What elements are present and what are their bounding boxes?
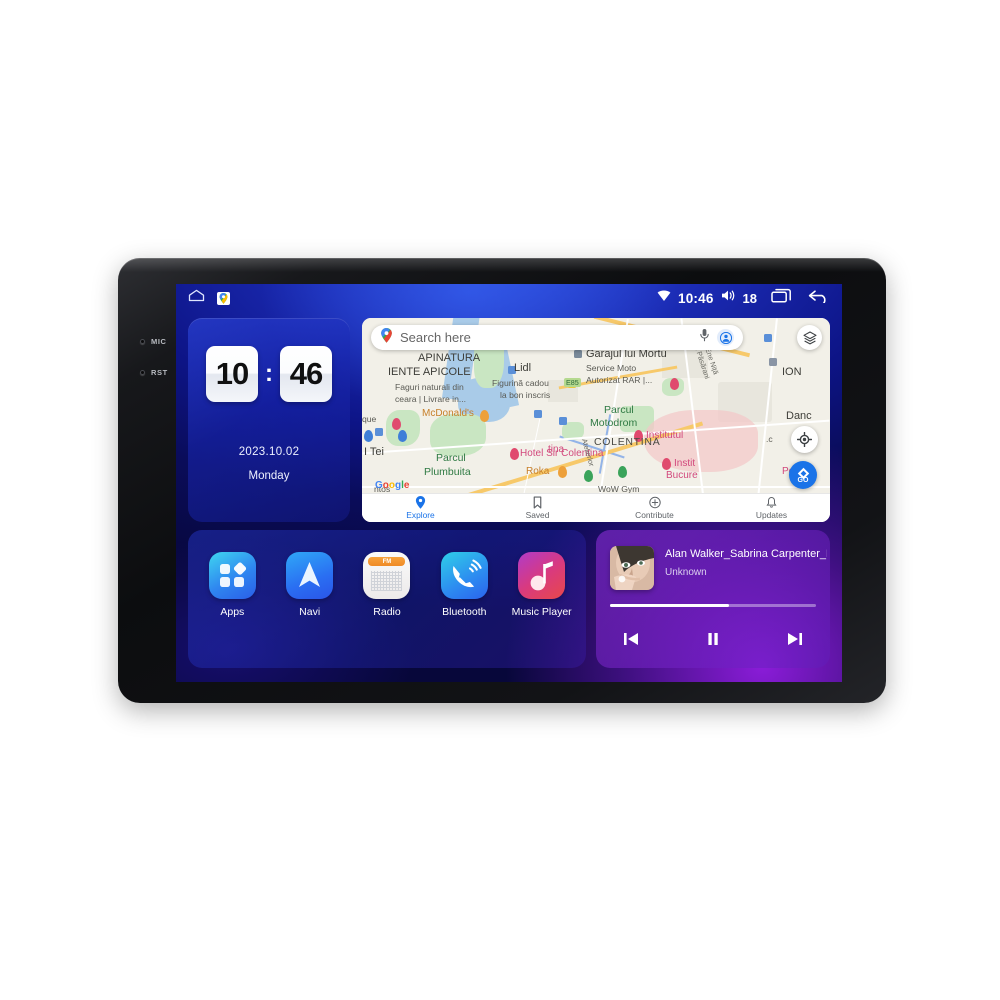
map-bottom-tabs[interactable]: Explore Saved Contribute Updates xyxy=(362,493,830,522)
app-navi-label: Navi xyxy=(299,606,321,618)
music-track-artist: Unknown xyxy=(665,567,707,578)
volume-level: 18 xyxy=(742,290,757,306)
map-tab-saved[interactable]: Saved xyxy=(479,494,596,522)
app-radio[interactable]: FM Radio xyxy=(354,552,420,618)
map-label-apinatura: APINATURA xyxy=(418,352,481,364)
explore-pin-icon xyxy=(415,496,426,509)
search-maps-pin-icon xyxy=(380,327,393,348)
google-maps-widget[interactable]: APINATURA IENTE APICOLE Faguri naturali … xyxy=(362,318,830,522)
map-tab-explore[interactable]: Explore xyxy=(362,494,479,522)
touchscreen[interactable]: 10:46 18 10: 46 2023.10.02 Monday APINA… xyxy=(176,284,842,682)
map-label-que: que xyxy=(362,414,377,424)
contribute-plus-icon xyxy=(648,496,661,509)
map-label-colentina: COLENTINA xyxy=(594,436,661,448)
map-label-lidl-desc1: Figurină cadou xyxy=(492,378,549,388)
home-icon[interactable] xyxy=(188,289,205,307)
map-label-mcdonalds: McDonald's xyxy=(422,408,474,419)
reset-label-text: RST xyxy=(151,368,168,377)
go-navigation-button[interactable]: GO xyxy=(789,461,817,489)
mic-hole-icon xyxy=(140,339,145,344)
map-label-instit1: Instit xyxy=(674,458,696,469)
apps-grid-icon xyxy=(208,552,256,599)
go-label: GO xyxy=(797,476,809,484)
skip-previous-icon[interactable] xyxy=(618,626,644,652)
pause-icon[interactable] xyxy=(700,626,726,652)
music-progress-bar[interactable] xyxy=(610,604,816,607)
account-avatar-icon[interactable] xyxy=(717,329,734,346)
clock-colon: : xyxy=(265,360,273,388)
album-art xyxy=(610,546,654,590)
app-navi[interactable]: Navi xyxy=(277,552,343,618)
app-apps[interactable]: Apps xyxy=(199,552,265,618)
music-note-icon xyxy=(518,552,566,599)
map-tab-saved-label: Saved xyxy=(525,510,550,520)
google-watermark: Google xyxy=(375,480,410,491)
bezel-mic-label: MIC xyxy=(140,337,167,346)
music-track-title: Alan Walker_Sabrina Carpenter_F... xyxy=(665,548,827,560)
map-label-apicole-desc1: Faguri naturali din xyxy=(395,382,464,392)
flip-clock: 10 : 46 xyxy=(188,346,350,402)
map-label-ente-apicole: IENTE APICOLE xyxy=(388,366,471,378)
bluetooth-phone-icon xyxy=(440,552,488,599)
reset-hole-icon[interactable] xyxy=(140,370,145,375)
map-search-bar[interactable]: Search here xyxy=(371,325,743,350)
map-label-i-tei: I Tei xyxy=(364,446,384,458)
map-label-danc: Danc xyxy=(786,410,812,422)
music-progress-fill xyxy=(610,604,730,607)
app-dock: Apps Navi FM Radio Bluetooth Music Playe… xyxy=(188,530,586,668)
music-player-widget[interactable]: Alan Walker_Sabrina Carpenter_F... Unkno… xyxy=(596,530,830,668)
recents-icon[interactable] xyxy=(771,288,792,308)
app-music-player-label: Music Player xyxy=(511,606,572,618)
map-tab-updates-label: Updates xyxy=(755,510,788,520)
map-label-garajul-desc1: Service Moto xyxy=(586,363,637,373)
status-time: 10:46 xyxy=(678,290,714,306)
navigation-arrow-icon xyxy=(286,552,334,599)
map-tab-updates[interactable]: Updates xyxy=(713,494,830,522)
map-label-lidl: Lidl xyxy=(514,362,532,374)
app-music-player[interactable]: Music Player xyxy=(509,552,575,618)
map-label-apicole-desc2: ceara | Livrare in... xyxy=(395,394,467,404)
map-label-ion: ION xyxy=(782,366,802,378)
clock-date: 2023.10.02 xyxy=(238,446,300,458)
app-bluetooth[interactable]: Bluetooth xyxy=(431,552,497,618)
my-location-button[interactable] xyxy=(791,426,818,453)
map-tab-contribute-label: Contribute xyxy=(635,510,674,520)
app-radio-label: Radio xyxy=(373,606,401,618)
app-bluetooth-label: Bluetooth xyxy=(442,606,487,618)
google-maps-icon[interactable] xyxy=(217,291,230,305)
map-tab-contribute[interactable]: Contribute xyxy=(596,494,713,522)
mic-label-text: MIC xyxy=(151,337,167,346)
map-label-parcul-motodrom1: Parcul xyxy=(604,404,634,416)
map-layers-button[interactable] xyxy=(797,325,822,350)
app-apps-label: Apps xyxy=(220,606,245,618)
clock-minutes: 46 xyxy=(280,346,332,402)
status-bar: 10:46 18 xyxy=(176,284,842,312)
search-input[interactable]: Search here xyxy=(400,330,692,345)
map-label-parcul-plumbuita2: Plumbuita xyxy=(424,466,471,478)
map-label-roka: Roka xyxy=(526,466,550,477)
radio-band-label: FM xyxy=(382,558,392,565)
map-label-e85: E85 xyxy=(564,378,581,387)
back-icon[interactable] xyxy=(808,289,830,308)
skip-next-icon[interactable] xyxy=(782,626,808,652)
radio-icon: FM xyxy=(363,552,411,599)
clock-weekday: Monday xyxy=(248,470,290,482)
map-label-parcul-plumbuita1: Parcul xyxy=(436,452,466,464)
microphone-icon[interactable] xyxy=(699,328,710,347)
bezel-reset-label[interactable]: RST xyxy=(140,368,168,377)
map-tab-explore-label: Explore xyxy=(406,510,435,520)
music-controls xyxy=(610,622,816,656)
map-label-parcul-motodrom2: Motodrom xyxy=(590,417,638,429)
wifi-icon xyxy=(657,289,671,307)
car-head-unit-device: MIC RST 10:46 18 10: 46 2023.10.02 Mond… xyxy=(118,258,886,703)
map-label-garajul-desc2: Autorizat RAR |... xyxy=(586,375,653,385)
bookmark-icon xyxy=(533,496,542,509)
map-label-instit2: Bucure xyxy=(666,470,698,481)
volume-icon[interactable] xyxy=(721,289,736,307)
map-label-lidl-desc2: la bon inscris xyxy=(500,390,551,400)
map-label-pc: .c xyxy=(766,434,773,444)
clock-widget[interactable]: 10 : 46 2023.10.02 Monday xyxy=(188,318,350,522)
bell-icon xyxy=(766,496,777,508)
clock-hours: 10 xyxy=(206,346,258,402)
